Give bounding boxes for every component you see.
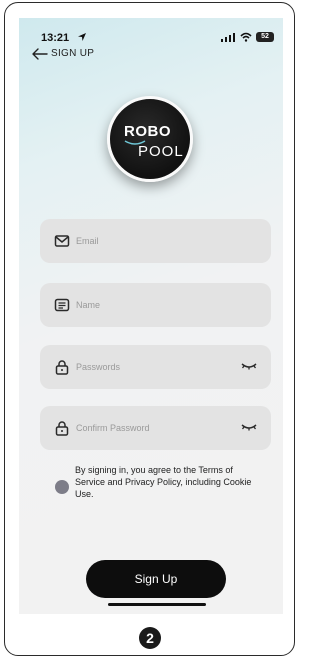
eye-closed-icon[interactable]	[241, 361, 257, 371]
page-title: SIGN UP	[51, 48, 95, 59]
name-input[interactable]	[76, 283, 246, 327]
confirm-password-input[interactable]	[76, 406, 246, 450]
mail-icon	[54, 235, 70, 247]
status-time: 13:21	[41, 32, 70, 44]
logo-text-pool: POOL	[138, 143, 184, 160]
confirm-password-field[interactable]	[40, 406, 271, 450]
lock-icon	[55, 360, 69, 375]
location-arrow-icon	[78, 33, 86, 41]
robopool-logo: ROBO POOL	[107, 96, 193, 182]
email-input[interactable]	[76, 219, 246, 263]
terms-radio-button[interactable]	[55, 480, 69, 494]
logo-text-robo: ROBO	[124, 123, 171, 140]
step-number-badge: 2	[139, 627, 161, 649]
wifi-icon	[240, 32, 252, 42]
id-card-icon	[54, 298, 70, 312]
terms-text: By signing in, you agree to the Terms of…	[75, 465, 252, 499]
eye-closed-icon[interactable]	[241, 422, 257, 432]
cellular-signal-icon	[221, 33, 235, 42]
back-arrow-icon[interactable]	[32, 48, 48, 60]
home-indicator	[108, 603, 206, 606]
name-field[interactable]	[40, 283, 271, 327]
password-field[interactable]	[40, 345, 271, 389]
phone-screen: 13:21 52 SIGN UP ROBO POOL Email Name By…	[19, 18, 283, 614]
lock-icon	[55, 421, 69, 436]
battery-icon: 52	[256, 32, 274, 42]
sign-up-button[interactable]: Sign Up	[86, 560, 226, 598]
email-field[interactable]	[40, 219, 271, 263]
password-input[interactable]	[76, 345, 246, 389]
status-bar: 13:21 52	[19, 18, 283, 44]
